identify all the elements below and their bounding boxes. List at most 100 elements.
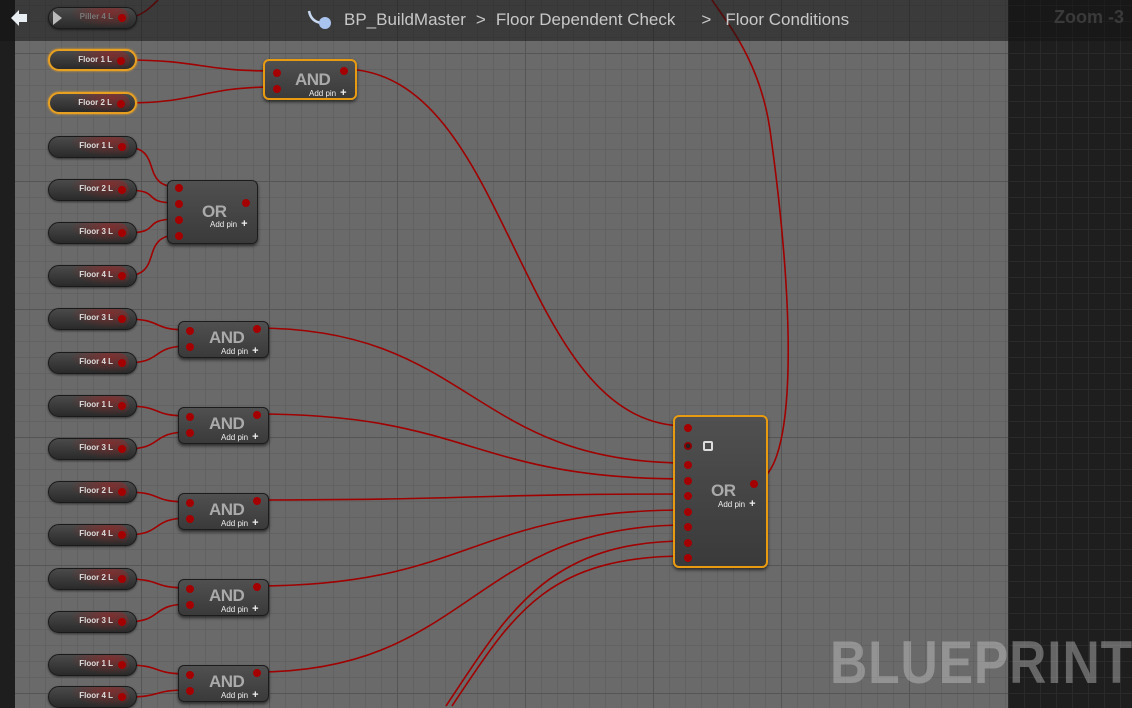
variable-node[interactable]: Floor 2 L xyxy=(48,179,137,201)
output-pin[interactable] xyxy=(118,575,126,583)
breadcrumb-graph[interactable]: BP_BuildMaster xyxy=(344,10,466,30)
and-node[interactable]: AND Add pin + xyxy=(263,59,357,100)
output-pin[interactable] xyxy=(253,583,261,591)
input-pin[interactable] xyxy=(273,85,281,93)
exec-arrow-icon xyxy=(53,11,62,25)
piller-4-l-node[interactable]: Piller 4 L xyxy=(48,7,137,29)
add-pin-label: Add pin xyxy=(221,519,249,528)
output-pin[interactable] xyxy=(118,143,126,151)
output-pin[interactable] xyxy=(118,618,126,626)
variable-node[interactable]: Floor 2 L xyxy=(48,481,137,503)
output-pin[interactable] xyxy=(118,186,126,194)
add-pin-button[interactable]: Add pin + xyxy=(221,431,259,443)
node-label: Floor 3 L xyxy=(79,616,113,625)
input-pin[interactable] xyxy=(186,327,194,335)
variable-node[interactable]: Floor 4 L xyxy=(48,352,137,374)
and-node[interactable]: AND Add pin + xyxy=(178,407,269,444)
input-pin[interactable] xyxy=(684,492,692,500)
input-pin[interactable] xyxy=(684,477,692,485)
and-node[interactable]: AND Add pin + xyxy=(178,321,269,358)
output-pin[interactable] xyxy=(253,411,261,419)
or-node[interactable]: OR Add pin + xyxy=(673,415,768,568)
output-pin[interactable] xyxy=(118,693,126,701)
input-pin[interactable] xyxy=(684,508,692,516)
output-pin[interactable] xyxy=(118,272,126,280)
node-label: Floor 1 L xyxy=(79,659,113,668)
add-pin-button[interactable]: Add pin + xyxy=(221,603,259,615)
variable-node[interactable]: Floor 3 L xyxy=(48,438,137,460)
and-node[interactable]: AND Add pin + xyxy=(178,493,269,530)
variable-node[interactable]: Floor 1 L xyxy=(48,136,137,158)
input-pin[interactable] xyxy=(684,442,692,450)
output-pin[interactable] xyxy=(253,497,261,505)
output-pin[interactable] xyxy=(118,445,126,453)
and-node[interactable]: AND Add pin + xyxy=(178,579,269,616)
output-pin[interactable] xyxy=(118,531,126,539)
output-pin[interactable] xyxy=(340,67,348,75)
checkbox[interactable] xyxy=(703,441,713,451)
add-pin-button[interactable]: Add pin + xyxy=(221,345,259,357)
breadcrumb-function[interactable]: Floor Dependent Check xyxy=(496,10,676,30)
and-node[interactable]: AND Add pin + xyxy=(178,665,269,702)
input-pin[interactable] xyxy=(175,200,183,208)
variable-node[interactable]: Floor 4 L xyxy=(48,686,137,708)
output-pin[interactable] xyxy=(117,100,125,108)
output-pin[interactable] xyxy=(118,229,126,237)
variable-node[interactable]: Floor 4 L xyxy=(48,524,137,546)
input-pin[interactable] xyxy=(186,413,194,421)
variable-node[interactable]: Floor 3 L xyxy=(48,222,137,244)
variable-node[interactable]: Floor 2 L xyxy=(48,568,137,590)
plus-icon: + xyxy=(252,431,259,443)
input-pin[interactable] xyxy=(684,554,692,562)
input-pin[interactable] xyxy=(684,424,692,432)
add-pin-label: Add pin xyxy=(221,347,249,356)
output-pin[interactable] xyxy=(118,488,126,496)
output-pin[interactable] xyxy=(118,315,126,323)
input-pin[interactable] xyxy=(186,343,194,351)
node-label: Floor 3 L xyxy=(79,443,113,452)
output-pin[interactable] xyxy=(253,669,261,677)
output-pin[interactable] xyxy=(118,14,126,22)
input-pin[interactable] xyxy=(684,523,692,531)
output-pin[interactable] xyxy=(118,359,126,367)
variable-node[interactable]: Floor 2 L xyxy=(48,92,137,114)
node-label: Floor 3 L xyxy=(79,313,113,322)
blueprint-graph-icon xyxy=(307,10,331,29)
input-pin[interactable] xyxy=(186,429,194,437)
output-pin[interactable] xyxy=(117,57,125,65)
add-pin-button[interactable]: Add pin + xyxy=(210,218,248,230)
graph-offscreen-area xyxy=(1008,0,1132,708)
add-pin-button[interactable]: Add pin + xyxy=(718,498,756,510)
input-pin[interactable] xyxy=(186,515,194,523)
input-pin[interactable] xyxy=(186,585,194,593)
variable-node[interactable]: Floor 1 L xyxy=(48,654,137,676)
node-label: Floor 4 L xyxy=(79,691,113,700)
add-pin-button[interactable]: Add pin + xyxy=(221,689,259,701)
input-pin[interactable] xyxy=(175,216,183,224)
input-pin[interactable] xyxy=(186,671,194,679)
output-pin[interactable] xyxy=(253,325,261,333)
back-arrow-icon[interactable] xyxy=(10,9,28,27)
input-pin[interactable] xyxy=(186,601,194,609)
add-pin-button[interactable]: Add pin + xyxy=(221,517,259,529)
variable-node[interactable]: Floor 3 L xyxy=(48,611,137,633)
variable-node[interactable]: Floor 1 L xyxy=(48,395,137,417)
input-pin[interactable] xyxy=(175,184,183,192)
output-pin[interactable] xyxy=(118,402,126,410)
output-pin[interactable] xyxy=(118,661,126,669)
input-pin[interactable] xyxy=(684,461,692,469)
variable-node[interactable]: Floor 1 L xyxy=(48,49,137,71)
input-pin[interactable] xyxy=(186,687,194,695)
add-pin-button[interactable]: Add pin + xyxy=(309,87,347,99)
output-pin[interactable] xyxy=(750,480,758,488)
node-label: Floor 2 L xyxy=(78,98,112,107)
output-pin[interactable] xyxy=(242,199,250,207)
graph-canvas[interactable] xyxy=(15,0,1008,708)
input-pin[interactable] xyxy=(684,539,692,547)
variable-node[interactable]: Floor 3 L xyxy=(48,308,137,330)
input-pin[interactable] xyxy=(186,499,194,507)
input-pin[interactable] xyxy=(175,232,183,240)
variable-node[interactable]: Floor 4 L xyxy=(48,265,137,287)
input-pin[interactable] xyxy=(273,69,281,77)
or-node[interactable]: OR Add pin + xyxy=(167,180,258,244)
